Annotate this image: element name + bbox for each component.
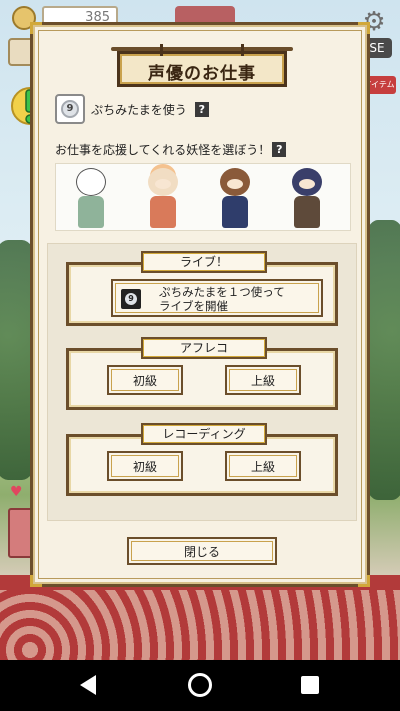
frame-corner (358, 22, 370, 34)
frame-corner (30, 22, 42, 34)
use-ticket-label: ぷちみたまを使う (91, 102, 187, 117)
yokai-option[interactable] (272, 164, 344, 230)
use-ticket-row[interactable]: 9 ぷちみたまを使う ? (55, 93, 209, 125)
choose-yokai-label: お仕事を応援してくれる妖怪を選ぼう！ (55, 143, 271, 157)
home-icon[interactable] (188, 673, 212, 697)
ticket-count: 9 (125, 293, 137, 305)
ticket-icon: 9 (121, 289, 141, 309)
recording-beginner-button[interactable]: 初級 (107, 451, 183, 481)
background-wave-pattern (0, 590, 400, 660)
yokai-body (150, 196, 176, 228)
yokai-body (294, 196, 320, 228)
back-icon[interactable] (80, 675, 96, 695)
yokai-option[interactable] (200, 164, 272, 230)
recording-job-panel: レコーディング 初級 上級 (66, 423, 338, 496)
yokai-selector[interactable] (55, 163, 351, 231)
yokai-option[interactable] (128, 164, 200, 230)
ticket-icon[interactable]: 9 (55, 94, 85, 124)
yokai-face (227, 179, 243, 189)
live-job-panel: ライブ！ 9 ぷちみたまを１つ使って ライブを開催 (66, 251, 338, 326)
heart-icon: ♥ (10, 484, 23, 500)
afreco-beginner-button[interactable]: 初級 (107, 365, 183, 395)
dialog-title: 声優のお仕事 (148, 64, 256, 84)
android-nav-bar (0, 660, 400, 711)
afreco-job-tag: アフレコ (141, 337, 267, 359)
recording-job-tag: レコーディング (141, 423, 267, 445)
yokai-face (155, 179, 171, 189)
yokai-body (78, 196, 104, 228)
job-list: ライブ！ 9 ぷちみたまを１つ使って ライブを開催 アフレコ 初級 上級 レコー… (47, 243, 357, 521)
ticket-count: 9 (61, 100, 79, 118)
live-job-tag: ライブ！ (141, 251, 267, 273)
voice-actor-job-dialog: 声優のお仕事 9 ぷちみたまを使う ? お仕事を応援してくれる妖怪を選ぼう！ ? (30, 22, 370, 587)
frame-corner (30, 575, 42, 587)
frame-corner (358, 575, 370, 587)
start-live-line1: ぷちみたまを１つ使って (159, 285, 285, 299)
yokai-face (299, 179, 315, 189)
dialog-title-plate: 声優のお仕事 (117, 44, 287, 87)
afreco-job-panel: アフレコ 初級 上級 (66, 337, 338, 410)
choose-yokai-row: お仕事を応援してくれる妖怪を選ぼう！ ? (55, 141, 287, 158)
close-button[interactable]: 閉じる (127, 537, 277, 565)
start-live-label: ぷちみたまを１つ使って ライブを開催 (159, 285, 285, 313)
yokai-body (222, 196, 248, 228)
yokai-option[interactable] (56, 164, 128, 230)
start-live-line2: ライブを開催 (159, 299, 228, 313)
recording-advanced-button[interactable]: 上級 (225, 451, 301, 481)
afreco-advanced-button[interactable]: 上級 (225, 365, 301, 395)
yokai-face (83, 179, 99, 189)
start-live-button[interactable]: 9 ぷちみたまを１つ使って ライブを開催 (111, 279, 323, 317)
help-icon[interactable]: ? (272, 142, 287, 157)
recent-apps-icon[interactable] (301, 676, 319, 694)
help-icon[interactable]: ? (194, 101, 209, 117)
